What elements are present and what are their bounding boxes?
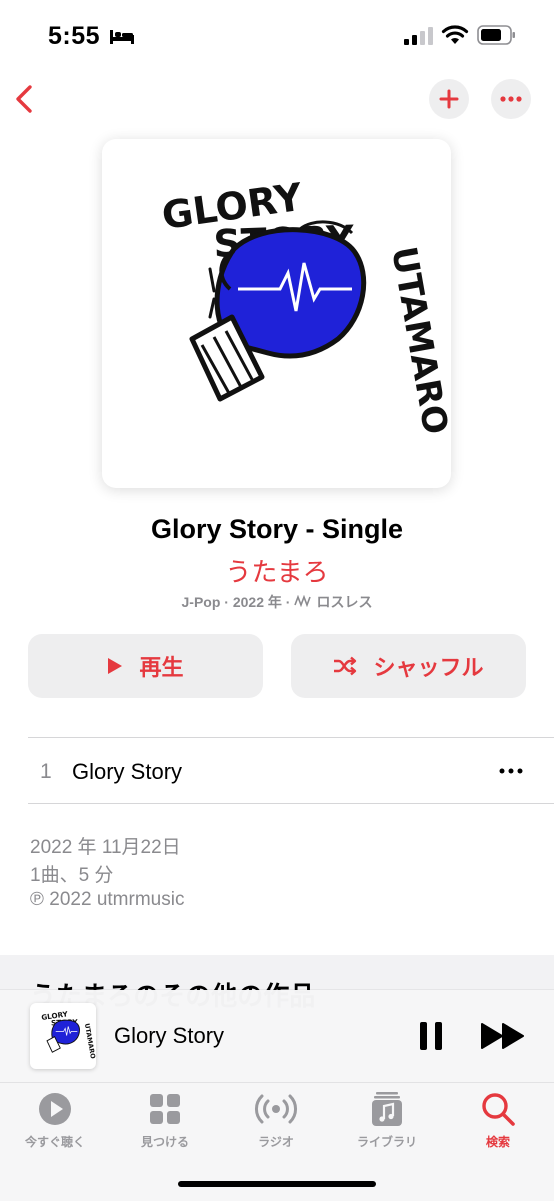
cellular-signal-icon [404, 27, 434, 50]
mini-player[interactable]: GLORY STORY UTAMARO Glory Story [0, 990, 554, 1082]
bed-icon [110, 28, 134, 49]
tab-label: 検索 [485, 1135, 510, 1149]
skip-forward-button[interactable] [480, 1020, 526, 1052]
fast-forward-icon [481, 1023, 524, 1049]
tab-label: ライブラリ [356, 1135, 417, 1149]
play-circle-icon [39, 1093, 71, 1125]
tab-label: ラジオ [258, 1135, 294, 1149]
pause-icon [420, 1022, 442, 1050]
grid-icon [150, 1094, 180, 1124]
ellipsis-icon [499, 768, 523, 774]
svg-text:UTAMARO: UTAMARO [83, 1023, 96, 1060]
ellipsis-icon [500, 96, 522, 102]
tab-browse[interactable]: 見つける [110, 1091, 220, 1150]
tab-search[interactable]: 検索 [443, 1091, 553, 1150]
album-title: Glory Story - Single [150, 514, 404, 544]
plus-icon [439, 89, 459, 109]
tab-label: 見つける [140, 1135, 189, 1149]
radio-icon [255, 1094, 297, 1124]
now-playing-title[interactable]: Glory Story [114, 1023, 224, 1049]
album-artwork: GLORY STORY UTAMARO [102, 139, 451, 488]
pause-button[interactable] [418, 1020, 444, 1052]
library-icon [372, 1092, 402, 1126]
add-button[interactable] [429, 79, 469, 119]
album-meta: J-Pop · 2022 年 · ロスレス [181, 594, 373, 610]
copyright: ℗ 2022 utmrmusic [30, 889, 185, 910]
search-icon [482, 1093, 515, 1126]
lossless-icon [294, 594, 312, 610]
artist-link[interactable]: うたまろ [0, 552, 554, 589]
glory-story-cover-art: GLORY STORY UTAMARO [159, 175, 451, 438]
now-playing-artwork[interactable]: GLORY STORY UTAMARO [30, 1003, 96, 1069]
track-row[interactable]: 1 Glory Story [28, 738, 554, 803]
tab-library[interactable]: ライブラリ [332, 1091, 442, 1150]
track-number: 1 [40, 760, 52, 783]
track-more-button[interactable] [498, 760, 528, 782]
shuffle-label: シャッフル [373, 655, 484, 680]
shuffle-button[interactable]: シャッフル [291, 634, 526, 698]
shuffle-icon [334, 656, 357, 676]
tab-radio[interactable]: ラジオ [221, 1091, 331, 1150]
back-button[interactable] [10, 82, 40, 116]
glory-story-cover-art: GLORY STORY UTAMARO [41, 1009, 96, 1060]
track-title: Glory Story [72, 759, 183, 784]
release-date: 2022 年 11月22日 [30, 837, 181, 858]
battery-icon [477, 25, 517, 50]
wifi-icon [441, 25, 469, 50]
chevron-left-icon [16, 85, 32, 113]
home-indicator [178, 1181, 376, 1187]
tab-listen-now[interactable]: 今すぐ聴く [0, 1091, 110, 1150]
play-icon [108, 658, 123, 674]
divider [28, 803, 554, 804]
year-label: 2022 年 [232, 594, 282, 610]
tab-label: 今すぐ聴く [24, 1135, 85, 1149]
lossless-label: ロスレス [316, 594, 373, 610]
track-count-duration: 1曲、5 分 [30, 865, 114, 886]
genre-label: J-Pop [181, 594, 221, 610]
svg-text:UTAMARO: UTAMARO [383, 244, 451, 438]
status-time: 5:55 [48, 22, 101, 50]
more-options-button[interactable] [491, 79, 531, 119]
play-label: 再生 [139, 655, 184, 680]
play-button[interactable]: 再生 [28, 634, 263, 698]
